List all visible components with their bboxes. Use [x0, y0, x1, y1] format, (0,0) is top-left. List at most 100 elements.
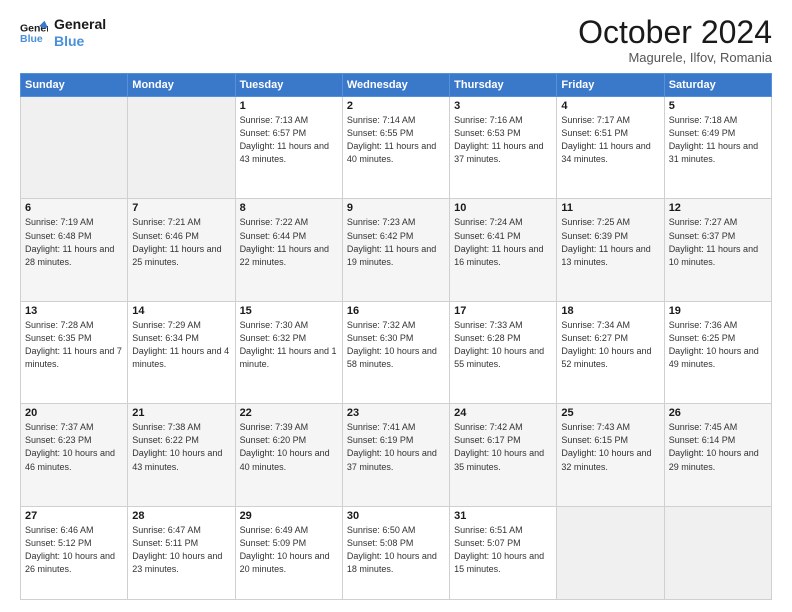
calendar-cell: 31 Sunrise: 6:51 AM Sunset: 5:07 PM Dayli…	[450, 506, 557, 599]
day-info: Sunrise: 7:42 AM Sunset: 6:17 PM Dayligh…	[454, 421, 552, 473]
calendar-cell: 2Sunrise: 7:14 AM Sunset: 6:55 PM Daylig…	[342, 97, 449, 199]
day-info: Sunrise: 7:22 AM Sunset: 6:44 PM Dayligh…	[240, 216, 338, 268]
day-number: 30	[347, 510, 445, 522]
page: General Blue General Blue October 2024 M…	[0, 0, 792, 612]
week-row-4: 20 Sunrise: 7:37 AM Sunset: 6:23 PM Dayli…	[21, 404, 772, 506]
calendar-cell: 12 Sunrise: 7:27 AM Sunset: 6:37 PM Dayli…	[664, 199, 771, 301]
calendar-cell: 22 Sunrise: 7:39 AM Sunset: 6:20 PM Dayli…	[235, 404, 342, 506]
calendar-cell: 9 Sunrise: 7:23 AM Sunset: 6:42 PM Daylig…	[342, 199, 449, 301]
calendar-cell	[664, 506, 771, 599]
logo-text-general: General	[54, 16, 106, 33]
day-number: 4	[561, 100, 659, 112]
day-info: Sunrise: 7:41 AM Sunset: 6:19 PM Dayligh…	[347, 421, 445, 473]
day-info: Sunrise: 7:29 AM Sunset: 6:34 PM Dayligh…	[132, 319, 230, 371]
day-number: 31	[454, 510, 552, 522]
calendar-cell: 15Sunrise: 7:30 AM Sunset: 6:32 PM Dayli…	[235, 301, 342, 403]
calendar-table: SundayMondayTuesdayWednesdayThursdayFrid…	[20, 73, 772, 600]
day-info: Sunrise: 7:43 AM Sunset: 6:15 PM Dayligh…	[561, 421, 659, 473]
day-number: 18	[561, 305, 659, 317]
svg-text:Blue: Blue	[20, 33, 43, 45]
calendar-cell	[128, 97, 235, 199]
day-info: Sunrise: 7:39 AM Sunset: 6:20 PM Dayligh…	[240, 421, 338, 473]
calendar-cell: 16Sunrise: 7:32 AM Sunset: 6:30 PM Dayli…	[342, 301, 449, 403]
day-info: Sunrise: 7:25 AM Sunset: 6:39 PM Dayligh…	[561, 216, 659, 268]
day-number: 19	[669, 305, 767, 317]
title-area: October 2024 Magurele, Ilfov, Romania	[578, 16, 772, 65]
weekday-header-friday: Friday	[557, 74, 664, 97]
calendar-cell	[557, 506, 664, 599]
day-number: 12	[669, 202, 767, 214]
logo-icon: General Blue	[20, 19, 48, 47]
day-number: 26	[669, 407, 767, 419]
day-number: 10	[454, 202, 552, 214]
calendar-cell: 26Sunrise: 7:45 AM Sunset: 6:14 PM Dayli…	[664, 404, 771, 506]
weekday-header-wednesday: Wednesday	[342, 74, 449, 97]
day-number: 1	[240, 100, 338, 112]
calendar-cell: 6 Sunrise: 7:19 AM Sunset: 6:48 PM Daylig…	[21, 199, 128, 301]
weekday-header-monday: Monday	[128, 74, 235, 97]
weekday-header-row: SundayMondayTuesdayWednesdayThursdayFrid…	[21, 74, 772, 97]
day-number: 11	[561, 202, 659, 214]
day-number: 20	[25, 407, 123, 419]
day-number: 28	[132, 510, 230, 522]
calendar-cell: 10Sunrise: 7:24 AM Sunset: 6:41 PM Dayli…	[450, 199, 557, 301]
day-number: 9	[347, 202, 445, 214]
day-info: Sunrise: 7:27 AM Sunset: 6:37 PM Dayligh…	[669, 216, 767, 268]
day-number: 7	[132, 202, 230, 214]
weekday-header-tuesday: Tuesday	[235, 74, 342, 97]
calendar-cell: 3 Sunrise: 7:16 AM Sunset: 6:53 PM Daylig…	[450, 97, 557, 199]
day-info: Sunrise: 6:46 AM Sunset: 5:12 PM Dayligh…	[25, 524, 123, 576]
day-info: Sunrise: 7:18 AM Sunset: 6:49 PM Dayligh…	[669, 114, 767, 166]
day-number: 29	[240, 510, 338, 522]
calendar-cell: 5Sunrise: 7:18 AM Sunset: 6:49 PM Daylig…	[664, 97, 771, 199]
day-number: 24	[454, 407, 552, 419]
day-number: 21	[132, 407, 230, 419]
calendar-cell: 4Sunrise: 7:17 AM Sunset: 6:51 PM Daylig…	[557, 97, 664, 199]
day-info: Sunrise: 6:51 AM Sunset: 5:07 PM Dayligh…	[454, 524, 552, 576]
calendar-cell: 11 Sunrise: 7:25 AM Sunset: 6:39 PM Dayli…	[557, 199, 664, 301]
day-info: Sunrise: 7:32 AM Sunset: 6:30 PM Dayligh…	[347, 319, 445, 371]
location-subtitle: Magurele, Ilfov, Romania	[578, 50, 772, 65]
weekday-header-saturday: Saturday	[664, 74, 771, 97]
day-number: 22	[240, 407, 338, 419]
day-info: Sunrise: 6:49 AM Sunset: 5:09 PM Dayligh…	[240, 524, 338, 576]
calendar-cell: 14Sunrise: 7:29 AM Sunset: 6:34 PM Dayli…	[128, 301, 235, 403]
week-row-2: 6 Sunrise: 7:19 AM Sunset: 6:48 PM Daylig…	[21, 199, 772, 301]
weekday-header-thursday: Thursday	[450, 74, 557, 97]
day-number: 8	[240, 202, 338, 214]
day-info: Sunrise: 7:19 AM Sunset: 6:48 PM Dayligh…	[25, 216, 123, 268]
day-info: Sunrise: 7:30 AM Sunset: 6:32 PM Dayligh…	[240, 319, 338, 371]
weekday-header-sunday: Sunday	[21, 74, 128, 97]
day-info: Sunrise: 7:13 AM Sunset: 6:57 PM Dayligh…	[240, 114, 338, 166]
day-number: 3	[454, 100, 552, 112]
day-number: 27	[25, 510, 123, 522]
calendar-cell: 8 Sunrise: 7:22 AM Sunset: 6:44 PM Daylig…	[235, 199, 342, 301]
week-row-3: 13Sunrise: 7:28 AM Sunset: 6:35 PM Dayli…	[21, 301, 772, 403]
day-info: Sunrise: 7:34 AM Sunset: 6:27 PM Dayligh…	[561, 319, 659, 371]
day-info: Sunrise: 7:21 AM Sunset: 6:46 PM Dayligh…	[132, 216, 230, 268]
calendar-cell: 24 Sunrise: 7:42 AM Sunset: 6:17 PM Dayli…	[450, 404, 557, 506]
day-number: 23	[347, 407, 445, 419]
week-row-5: 27 Sunrise: 6:46 AM Sunset: 5:12 PM Dayli…	[21, 506, 772, 599]
calendar-cell: 28Sunrise: 6:47 AM Sunset: 5:11 PM Dayli…	[128, 506, 235, 599]
day-number: 25	[561, 407, 659, 419]
header: General Blue General Blue October 2024 M…	[20, 16, 772, 65]
day-info: Sunrise: 7:33 AM Sunset: 6:28 PM Dayligh…	[454, 319, 552, 371]
day-number: 17	[454, 305, 552, 317]
day-info: Sunrise: 7:36 AM Sunset: 6:25 PM Dayligh…	[669, 319, 767, 371]
calendar-cell: 1 Sunrise: 7:13 AM Sunset: 6:57 PM Daylig…	[235, 97, 342, 199]
calendar-cell: 29 Sunrise: 6:49 AM Sunset: 5:09 PM Dayli…	[235, 506, 342, 599]
calendar-cell: 7 Sunrise: 7:21 AM Sunset: 6:46 PM Daylig…	[128, 199, 235, 301]
day-info: Sunrise: 7:23 AM Sunset: 6:42 PM Dayligh…	[347, 216, 445, 268]
calendar-cell: 18 Sunrise: 7:34 AM Sunset: 6:27 PM Dayli…	[557, 301, 664, 403]
calendar-cell: 21 Sunrise: 7:38 AM Sunset: 6:22 PM Dayli…	[128, 404, 235, 506]
week-row-1: 1 Sunrise: 7:13 AM Sunset: 6:57 PM Daylig…	[21, 97, 772, 199]
calendar-cell: 13Sunrise: 7:28 AM Sunset: 6:35 PM Dayli…	[21, 301, 128, 403]
day-info: Sunrise: 7:38 AM Sunset: 6:22 PM Dayligh…	[132, 421, 230, 473]
day-info: Sunrise: 7:16 AM Sunset: 6:53 PM Dayligh…	[454, 114, 552, 166]
day-number: 6	[25, 202, 123, 214]
day-info: Sunrise: 7:37 AM Sunset: 6:23 PM Dayligh…	[25, 421, 123, 473]
calendar-cell: 25 Sunrise: 7:43 AM Sunset: 6:15 PM Dayli…	[557, 404, 664, 506]
day-info: Sunrise: 6:50 AM Sunset: 5:08 PM Dayligh…	[347, 524, 445, 576]
month-title: October 2024	[578, 16, 772, 48]
